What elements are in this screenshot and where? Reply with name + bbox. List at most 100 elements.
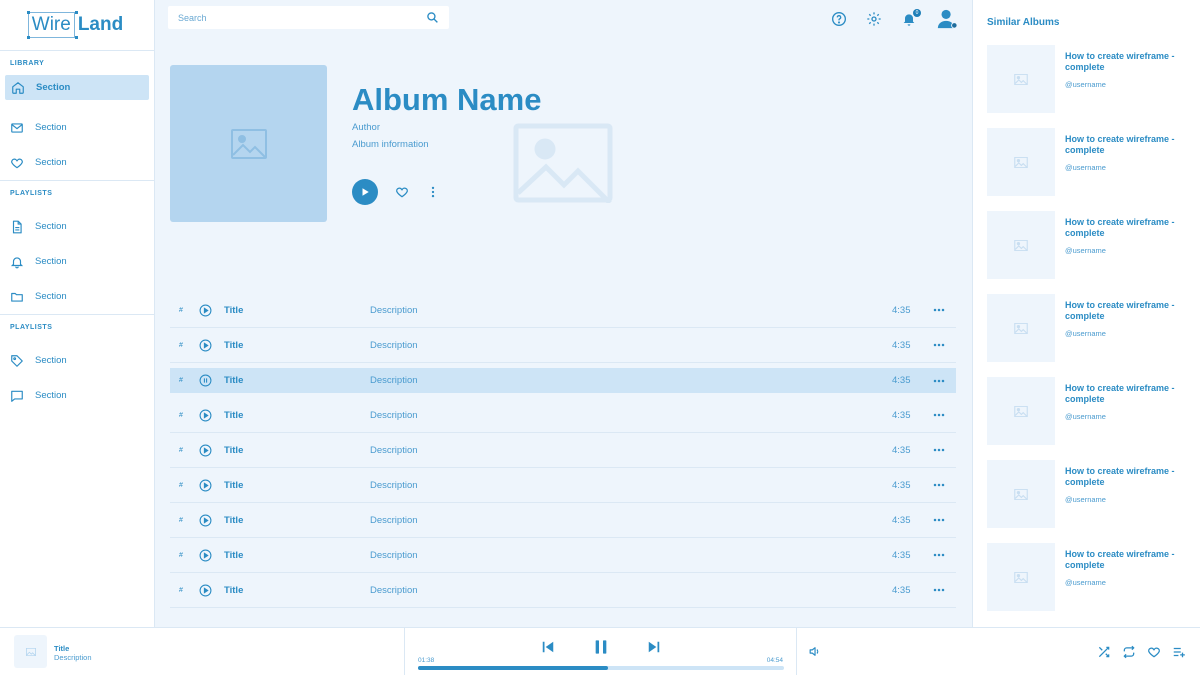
similar-album-username[interactable]: @username xyxy=(1065,329,1191,338)
track-row[interactable]: # Title Description 4:35 xyxy=(170,433,956,468)
similar-album-item[interactable]: How to create wireframe - complete @usern… xyxy=(987,460,1191,543)
track-description: Description xyxy=(370,549,418,561)
main-content: 0 Album Name Author Album information # T… xyxy=(155,0,972,627)
similar-album-username[interactable]: @username xyxy=(1065,163,1191,172)
similar-album-item[interactable]: How to create wireframe - complete @usern… xyxy=(987,128,1191,211)
similar-album-username[interactable]: @username xyxy=(1065,495,1191,504)
track-play-button[interactable] xyxy=(199,304,224,317)
track-row[interactable]: # Title Description 4:35 xyxy=(170,368,956,393)
track-play-button[interactable] xyxy=(199,479,224,492)
logo-part-wire: Wire xyxy=(27,12,75,38)
sidebar-item-bell[interactable]: Section xyxy=(0,244,154,279)
sidebar-item-label: Section xyxy=(35,390,67,401)
track-description: Description xyxy=(370,304,418,316)
similar-album-username[interactable]: @username xyxy=(1065,80,1191,89)
track-row[interactable]: # Title Description 4:35 xyxy=(170,293,956,328)
now-playing-thumbnail[interactable] xyxy=(14,635,47,668)
track-row[interactable]: # Title Description 4:35 xyxy=(170,398,956,433)
now-playing-title[interactable]: Title xyxy=(54,644,69,653)
track-number: # xyxy=(179,551,183,559)
track-more-button[interactable] xyxy=(924,549,954,561)
pause-circle-icon xyxy=(199,374,212,387)
image-placeholder-icon xyxy=(1014,405,1028,417)
track-duration: 4:35 xyxy=(892,409,911,421)
track-more-button[interactable] xyxy=(924,409,954,421)
track-title: Title xyxy=(224,479,244,491)
add-to-queue-icon[interactable] xyxy=(1172,645,1186,659)
repeat-icon[interactable] xyxy=(1122,645,1136,659)
skip-next-icon[interactable] xyxy=(647,640,661,654)
track-title: Title xyxy=(224,375,244,386)
more-vertical-icon[interactable] xyxy=(426,185,440,199)
sidebar-group-library: LIBRARY Section Section Section xyxy=(0,51,154,181)
volume-icon[interactable] xyxy=(808,645,821,658)
more-horizontal-icon xyxy=(933,518,945,522)
avatar[interactable] xyxy=(936,8,958,30)
heart-icon[interactable] xyxy=(1147,645,1161,659)
similar-album-item[interactable]: How to create wireframe - complete @usern… xyxy=(987,211,1191,294)
sidebar-item-folder[interactable]: Section xyxy=(0,279,154,314)
track-number: # xyxy=(179,481,183,489)
album-author[interactable]: Author xyxy=(352,122,380,133)
play-circle-icon xyxy=(199,444,212,456)
more-horizontal-icon xyxy=(933,483,945,487)
more-horizontal-icon xyxy=(933,379,945,382)
similar-albums-panel: Similar Albums How to create wireframe -… xyxy=(972,0,1200,627)
track-row[interactable]: # Title Description 4:35 xyxy=(170,468,956,503)
similar-album-item[interactable]: How to create wireframe - complete @usern… xyxy=(987,543,1191,626)
similar-album-item[interactable]: How to create wireframe - complete @usern… xyxy=(987,294,1191,377)
logo[interactable]: Wire Land xyxy=(0,0,154,51)
track-more-button[interactable] xyxy=(924,444,954,456)
track-more-button[interactable] xyxy=(924,479,954,491)
track-play-button[interactable] xyxy=(199,374,224,387)
track-title: Title xyxy=(224,584,244,596)
sidebar-item-file[interactable]: Section xyxy=(0,209,154,244)
shuffle-icon[interactable] xyxy=(1097,645,1111,659)
skip-previous-icon[interactable] xyxy=(541,640,555,654)
similar-album-item[interactable]: How to create wireframe - complete @usern… xyxy=(987,45,1191,128)
similar-album-username[interactable]: @username xyxy=(1065,246,1191,255)
current-time: 01:38 xyxy=(418,657,435,664)
track-description: Description xyxy=(370,514,418,526)
track-row[interactable]: # Title Description 4:35 xyxy=(170,538,956,573)
heart-icon[interactable] xyxy=(395,185,409,199)
track-play-button[interactable] xyxy=(199,444,224,457)
help-button[interactable] xyxy=(831,11,847,27)
play-circle-icon xyxy=(199,304,212,316)
track-play-button[interactable] xyxy=(199,549,224,562)
track-row[interactable]: # Title Description 4:35 xyxy=(170,503,956,538)
search-icon[interactable] xyxy=(426,11,439,24)
track-play-button[interactable] xyxy=(199,584,224,597)
track-more-button[interactable] xyxy=(924,514,954,526)
similar-album-username[interactable]: @username xyxy=(1065,412,1191,421)
progress-bar[interactable] xyxy=(418,666,784,670)
similar-album-username[interactable]: @username xyxy=(1065,578,1191,587)
track-more-button[interactable] xyxy=(924,584,954,596)
similar-album-item[interactable]: How to create wireframe - complete @usern… xyxy=(987,377,1191,460)
mail-icon xyxy=(11,122,23,133)
similar-album-title: How to create wireframe - complete xyxy=(1065,51,1175,72)
track-row[interactable]: # Title Description 4:35 xyxy=(170,328,956,363)
track-more-button[interactable] xyxy=(924,339,954,351)
bell-icon xyxy=(10,256,24,268)
home-icon xyxy=(12,81,24,94)
search-box[interactable] xyxy=(168,6,449,29)
sidebar-item-chat[interactable]: Section xyxy=(0,378,154,413)
sidebar-item-home[interactable]: Section xyxy=(5,75,149,100)
track-more-button[interactable] xyxy=(924,375,954,387)
more-horizontal-icon xyxy=(933,553,945,557)
track-list: # Title Description 4:35 # Title Description 4:… xyxy=(170,293,956,608)
sidebar-item-heart[interactable]: Section xyxy=(0,145,154,180)
notifications-button[interactable]: 0 xyxy=(901,9,921,27)
track-row[interactable]: # Title Description 4:35 xyxy=(170,573,956,608)
pause-icon[interactable] xyxy=(593,639,609,655)
track-more-button[interactable] xyxy=(924,304,954,316)
sidebar-item-tag[interactable]: Section xyxy=(0,343,154,378)
track-play-button[interactable] xyxy=(199,514,224,527)
settings-button[interactable] xyxy=(866,11,882,27)
sidebar-item-mail[interactable]: Section xyxy=(0,110,154,145)
track-play-button[interactable] xyxy=(199,409,224,422)
track-play-button[interactable] xyxy=(199,339,224,352)
play-album-button[interactable] xyxy=(352,179,378,205)
search-input[interactable] xyxy=(178,12,426,23)
